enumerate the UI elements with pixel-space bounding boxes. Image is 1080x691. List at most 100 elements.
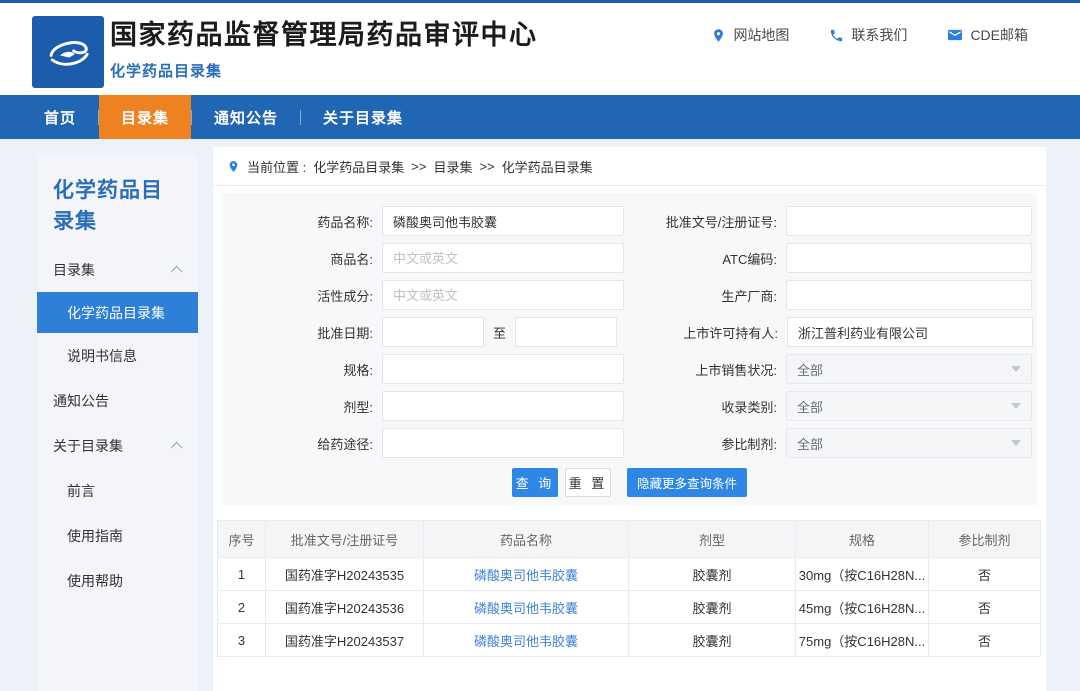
spec-input[interactable] [382,354,624,384]
sidebar-item-label-info[interactable]: 说明书信息 [37,333,198,378]
sidebar-item-chemical-catalog[interactable]: 化学药品目录集 [37,292,198,333]
cell-approval-no: 国药准字H20243535 [266,558,424,590]
cell-dosage-form: 胶囊剂 [629,624,796,656]
breadcrumb-separator: >> [411,159,426,174]
chevron-up-icon [171,441,182,452]
header-spec: 规格 [796,521,929,557]
drug-name-link[interactable]: 磷酸奥司他韦胶囊 [474,565,578,584]
cell-seq: 3 [218,624,266,656]
header-reference: 参比制剂 [929,521,1040,557]
sidebar: 化学药品目录集 目录集 化学药品目录集 说明书信息 通知公告 关于目录集 前言 … [37,155,198,691]
cell-seq: 1 [218,558,266,590]
reference-label: 参比制剂: [638,434,786,453]
category-label: 收录类别: [638,397,786,416]
dosage-form-label: 剂型: [222,397,382,416]
approval-date-end-input[interactable] [515,317,617,347]
market-status-label: 上市销售状况: [638,360,786,379]
sidebar-item-user-guide[interactable]: 使用指南 [37,513,198,558]
caret-down-icon [1011,440,1021,446]
cde-mail-label: CDE邮箱 [970,25,1028,45]
trade-name-input[interactable] [382,243,624,273]
reference-select[interactable]: 全部 [786,428,1032,458]
sidebar-item-label: 使用帮助 [67,571,123,591]
location-pin-icon [227,159,240,174]
reset-button[interactable]: 重 置 [565,468,611,497]
sidebar-item-about-group[interactable]: 关于目录集 [37,423,198,468]
caret-down-icon [1011,403,1021,409]
cde-logo-swoosh-icon [41,25,95,79]
form-row: 活性成分: 生产厂商: [222,280,1037,310]
sidebar-item-notices[interactable]: 通知公告 [37,378,198,423]
drug-name-link[interactable]: 磷酸奥司他韦胶囊 [474,598,578,617]
cell-reference: 否 [929,591,1040,623]
contact-link[interactable]: 联系我们 [829,25,907,45]
sidebar-item-label: 前言 [67,481,95,501]
header-seq: 序号 [218,521,266,557]
nav-about-catalog[interactable]: 关于目录集 [301,95,425,139]
header-drug-name: 药品名称 [424,521,629,557]
nav-catalog[interactable]: 目录集 [99,95,191,139]
nav-home[interactable]: 首页 [22,95,98,139]
reference-value: 全部 [797,434,823,453]
cell-spec: 30mg（按C16H28N... [796,558,929,590]
form-row: 商品名: ATC编码: [222,243,1037,273]
atc-code-input[interactable] [786,243,1032,273]
dosage-form-input[interactable] [382,391,624,421]
sidebar-item-catalog-group[interactable]: 目录集 [37,247,198,292]
cell-seq: 2 [218,591,266,623]
breadcrumb-prefix: 当前位置 : [247,157,306,176]
breadcrumb-item-catalog[interactable]: 目录集 [433,157,472,176]
table-header-row: 序号 批准文号/注册证号 药品名称 剂型 规格 参比制剂 [218,521,1040,558]
manufacturer-input[interactable] [786,280,1032,310]
cde-logo [32,16,104,88]
hide-more-filters-button[interactable]: 隐藏更多查询条件 [627,468,747,497]
table-row: 2 国药准字H20243536 磷酸奥司他韦胶囊 胶囊剂 45mg（按C16H2… [218,591,1040,624]
caret-down-icon [1011,366,1021,372]
main-content: 当前位置 : 化学药品目录集 >> 目录集 >> 化学药品目录集 药品名称: 批… [213,147,1046,691]
cde-mail-link[interactable]: CDE邮箱 [947,25,1028,45]
header-dosage-form: 剂型 [629,521,796,557]
site-subtitle: 化学药品目录集 [110,60,538,81]
breadcrumb: 当前位置 : 化学药品目录集 >> 目录集 >> 化学药品目录集 [213,147,1046,186]
market-status-select[interactable]: 全部 [786,354,1032,384]
sidebar-title: 化学药品目录集 [53,175,182,237]
breadcrumb-item-root[interactable]: 化学药品目录集 [313,157,404,176]
active-ingredient-label: 活性成分: [222,286,382,305]
search-button[interactable]: 查 询 [512,468,558,497]
site-title: 国家药品监督管理局药品审评中心 [110,13,538,52]
table-row: 3 国药准字H20243537 磷酸奥司他韦胶囊 胶囊剂 75mg（按C16H2… [218,624,1040,657]
cell-approval-no: 国药准字H20243537 [266,624,424,656]
cell-dosage-form: 胶囊剂 [629,558,796,590]
drug-name-link[interactable]: 磷酸奥司他韦胶囊 [474,631,578,650]
sidebar-item-help[interactable]: 使用帮助 [37,558,198,603]
market-status-value: 全部 [797,360,823,379]
mah-label: 上市许可持有人: [639,323,787,342]
approval-date-start-input[interactable] [382,317,484,347]
active-ingredient-input[interactable] [382,280,624,310]
form-row: 批准日期: 至 上市许可持有人: [222,317,1037,347]
phone-icon [829,28,844,43]
route-input[interactable] [382,428,624,458]
contact-label: 联系我们 [851,25,907,45]
breadcrumb-item-current[interactable]: 化学药品目录集 [502,157,593,176]
mail-icon [947,28,963,42]
drug-name-label: 药品名称: [222,212,382,231]
mah-input[interactable] [787,317,1033,347]
atc-code-label: ATC编码: [638,249,786,268]
cell-dosage-form: 胶囊剂 [629,591,796,623]
nav-notices[interactable]: 通知公告 [192,95,300,139]
cell-reference: 否 [929,558,1040,590]
map-pin-icon [711,28,726,43]
trade-name-label: 商品名: [222,249,382,268]
approval-date-label: 批准日期: [222,323,382,342]
sitemap-label: 网站地图 [733,25,789,45]
category-select[interactable]: 全部 [786,391,1032,421]
site-title-block: 国家药品监督管理局药品审评中心 化学药品目录集 [110,13,538,81]
approval-no-input[interactable] [786,206,1032,236]
sidebar-item-foreword[interactable]: 前言 [37,468,198,513]
sidebar-item-label: 说明书信息 [67,346,137,366]
drug-name-input[interactable] [382,206,624,236]
sitemap-link[interactable]: 网站地图 [711,25,789,45]
sidebar-item-label: 关于目录集 [53,436,123,456]
sidebar-item-label: 使用指南 [67,526,123,546]
